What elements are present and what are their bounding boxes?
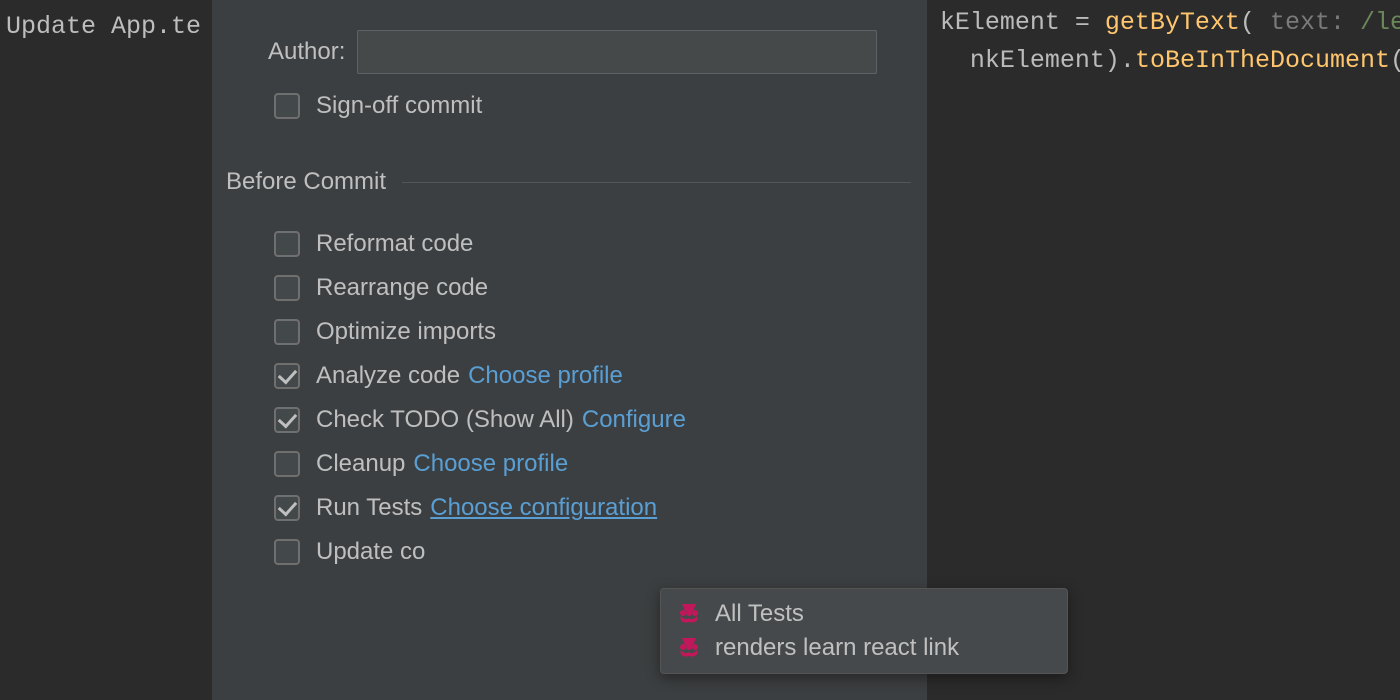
reformat-row: Reformat code bbox=[212, 230, 927, 258]
rearrange-label: Rearrange code bbox=[316, 274, 488, 302]
runtests-checkbox[interactable] bbox=[274, 495, 300, 521]
optimize-label: Optimize imports bbox=[316, 318, 496, 346]
todo-checkbox[interactable] bbox=[274, 407, 300, 433]
popup-item-renders-learn-react-link[interactable]: renders learn react link bbox=[661, 631, 1067, 665]
run-configuration-popup: All Tests renders learn react link bbox=[660, 588, 1068, 674]
code-token: getByText bbox=[1105, 8, 1240, 37]
code-line: nkElement).toBeInTheDocument() bbox=[970, 42, 1400, 80]
code-inlay-hint: text: bbox=[1270, 8, 1345, 37]
cleanup-checkbox[interactable] bbox=[274, 451, 300, 477]
update-checkbox[interactable] bbox=[274, 539, 300, 565]
reformat-checkbox[interactable] bbox=[274, 231, 300, 257]
before-commit-header: Before Commit bbox=[212, 168, 927, 196]
todo-configure-link[interactable]: Configure bbox=[582, 406, 686, 434]
code-token: ( bbox=[1240, 8, 1255, 37]
analyze-choose-profile-link[interactable]: Choose profile bbox=[468, 362, 623, 390]
author-label: Author: bbox=[268, 38, 345, 66]
popup-item-label: All Tests bbox=[715, 600, 804, 628]
signoff-label: Sign-off commit bbox=[316, 92, 482, 120]
section-title: Before Commit bbox=[226, 168, 386, 196]
jest-icon bbox=[677, 636, 701, 660]
analyze-label: Analyze code bbox=[316, 362, 460, 390]
analyze-checkbox[interactable] bbox=[274, 363, 300, 389]
cleanup-row: Cleanup Choose profile bbox=[212, 450, 927, 478]
code-token: nkElement bbox=[970, 46, 1105, 75]
code-line: kElement = getByText( text: /lea bbox=[940, 4, 1400, 42]
popup-item-all-tests[interactable]: All Tests bbox=[661, 597, 1067, 631]
runtests-label: Run Tests bbox=[316, 494, 422, 522]
runtests-row: Run Tests Choose configuration bbox=[212, 494, 927, 522]
runtests-choose-configuration-link[interactable]: Choose configuration bbox=[430, 494, 657, 522]
todo-label: Check TODO (Show All) bbox=[316, 406, 574, 434]
reformat-label: Reformat code bbox=[316, 230, 473, 258]
code-token: ). bbox=[1105, 46, 1135, 75]
cleanup-label: Cleanup bbox=[316, 450, 405, 478]
jest-icon bbox=[677, 602, 701, 626]
code-token: kElement bbox=[940, 8, 1060, 37]
commit-message-text: Update App.te bbox=[6, 8, 201, 46]
rearrange-row: Rearrange code bbox=[212, 274, 927, 302]
code-token: () bbox=[1390, 46, 1400, 75]
update-row: Update co bbox=[212, 538, 927, 566]
cleanup-choose-profile-link[interactable]: Choose profile bbox=[413, 450, 568, 478]
code-token: /lea bbox=[1360, 8, 1400, 37]
author-row: Author: bbox=[212, 30, 927, 74]
todo-row: Check TODO (Show All) Configure bbox=[212, 406, 927, 434]
optimize-row: Optimize imports bbox=[212, 318, 927, 346]
popup-item-label: renders learn react link bbox=[715, 634, 959, 662]
signoff-row: Sign-off commit bbox=[212, 92, 927, 120]
author-input[interactable] bbox=[357, 30, 877, 74]
rearrange-checkbox[interactable] bbox=[274, 275, 300, 301]
signoff-checkbox[interactable] bbox=[274, 93, 300, 119]
analyze-row: Analyze code Choose profile bbox=[212, 362, 927, 390]
code-token: = bbox=[1060, 8, 1105, 37]
divider bbox=[402, 182, 911, 183]
update-label: Update co bbox=[316, 538, 425, 566]
code-token: toBeInTheDocument bbox=[1135, 46, 1390, 75]
optimize-checkbox[interactable] bbox=[274, 319, 300, 345]
